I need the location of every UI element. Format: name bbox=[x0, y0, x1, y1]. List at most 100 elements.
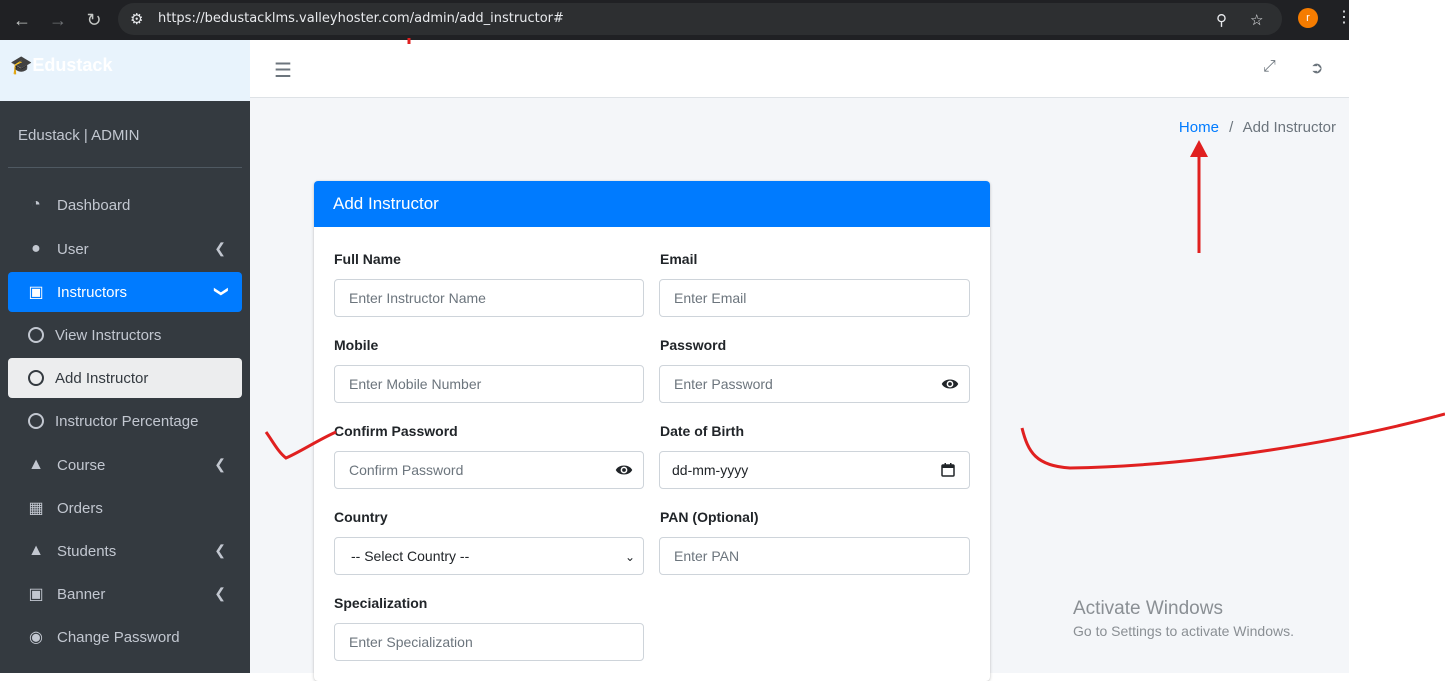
sidebar-item-banner[interactable]: ▣ Banner ❮ bbox=[8, 574, 242, 614]
circle-icon bbox=[28, 413, 44, 429]
pan-input-box[interactable] bbox=[672, 538, 957, 574]
sidebar-item-label: View Instructors bbox=[55, 326, 162, 344]
email-label: Email bbox=[660, 251, 698, 267]
sidebar-item-label: Orders bbox=[57, 499, 103, 517]
image-icon: ▣ bbox=[28, 586, 44, 603]
windows-watermark-subtitle: Go to Settings to activate Windows. bbox=[1073, 623, 1294, 639]
eye-icon[interactable] bbox=[941, 375, 959, 393]
eye-icon[interactable] bbox=[615, 461, 633, 479]
sidebar-divider bbox=[8, 167, 242, 168]
site-settings-icon[interactable]: ⚙ bbox=[130, 10, 143, 28]
add-instructor-card: Add Instructor Full Name Email Mobile Pa… bbox=[314, 181, 990, 681]
chevron-left-icon: ❮ bbox=[214, 240, 226, 256]
sidebar-item-course[interactable]: ▲ Course ❮ bbox=[8, 445, 242, 485]
sidebar-item-label: Banner bbox=[57, 585, 106, 603]
user-icon: ● bbox=[31, 240, 41, 257]
chevron-down-icon: ❮ bbox=[211, 285, 228, 298]
key-icon[interactable]: ⚲ bbox=[1216, 11, 1227, 29]
password-label: Password bbox=[660, 337, 727, 353]
dashboard-icon: ◔ bbox=[31, 196, 41, 213]
full-name-input[interactable] bbox=[334, 279, 644, 317]
brand-bar[interactable]: 🎓Edustack bbox=[0, 40, 250, 101]
chevron-left-icon: ❮ bbox=[214, 456, 226, 472]
url-text: https://bedustacklms.valleyhoster.com/ad… bbox=[158, 11, 564, 26]
sidebar-item-dashboard[interactable]: ◔ Dashboard bbox=[8, 185, 242, 225]
chevron-down-icon: ⌄ bbox=[624, 550, 635, 564]
full-name-input-box[interactable] bbox=[347, 280, 631, 316]
reload-icon[interactable]: ↻ bbox=[82, 8, 106, 32]
pan-input[interactable] bbox=[659, 537, 970, 575]
main-content: Home / Add Instructor Add Instructor Ful… bbox=[250, 98, 1349, 681]
sidebar-item-label: Course bbox=[57, 456, 106, 474]
address-bar[interactable]: ⚙ https://bedustacklms.valleyhoster.com/… bbox=[118, 3, 1282, 35]
browser-menu-icon[interactable]: ⋮ bbox=[1336, 7, 1352, 27]
calendar-icon[interactable] bbox=[941, 463, 955, 477]
sidebar-item-instructor-percentage[interactable]: Instructor Percentage bbox=[8, 401, 242, 441]
pan-label: PAN (Optional) bbox=[660, 509, 759, 525]
confirm-password-input-box[interactable] bbox=[347, 452, 631, 488]
sidebar-item-label: Instructor Percentage bbox=[55, 412, 199, 430]
dob-input[interactable]: dd-mm-yyyy bbox=[659, 451, 970, 489]
box-icon: ▦ bbox=[28, 500, 44, 517]
chevron-left-icon: ❮ bbox=[214, 542, 226, 558]
back-icon[interactable]: ← bbox=[10, 8, 34, 32]
sidebar-item-label: User bbox=[57, 240, 89, 258]
mobile-input[interactable] bbox=[334, 365, 644, 403]
breadcrumb-current: Add Instructor bbox=[1242, 119, 1336, 136]
email-input[interactable] bbox=[659, 279, 970, 317]
star-icon[interactable]: ☆ bbox=[1250, 11, 1263, 29]
specialization-label: Specialization bbox=[334, 595, 428, 611]
confirm-password-label: Confirm Password bbox=[334, 423, 458, 439]
sidebar-item-view-instructors[interactable]: View Instructors bbox=[8, 315, 242, 355]
email-input-box[interactable] bbox=[672, 280, 957, 316]
chevron-left-icon: ❮ bbox=[214, 585, 226, 601]
dob-label: Date of Birth bbox=[660, 423, 744, 439]
top-navbar: ☰ ⤢ ➲ bbox=[250, 40, 1349, 98]
profile-avatar[interactable]: r bbox=[1298, 8, 1318, 28]
circle-icon bbox=[28, 370, 44, 386]
mobile-input-box[interactable] bbox=[347, 366, 631, 402]
windows-watermark-title: Activate Windows bbox=[1073, 598, 1223, 619]
confirm-password-input[interactable] bbox=[334, 451, 644, 489]
brand-hat-icon: 🎓 bbox=[10, 55, 33, 75]
sidebar: 🎓Edustack Edustack | ADMIN ◔ Dashboard ●… bbox=[0, 40, 250, 673]
graduation-cap-icon: ▲ bbox=[28, 456, 44, 473]
admin-title: Edustack | ADMIN bbox=[18, 127, 140, 144]
sidebar-item-label: Dashboard bbox=[57, 196, 131, 214]
hamburger-menu-icon[interactable]: ☰ bbox=[274, 58, 292, 83]
sidebar-item-orders[interactable]: ▦ Orders bbox=[8, 488, 242, 528]
breadcrumb-separator: / bbox=[1229, 119, 1234, 136]
sidebar-item-students[interactable]: ▲ Students ❮ bbox=[8, 531, 242, 571]
sidebar-item-add-instructor[interactable]: Add Instructor bbox=[8, 358, 242, 398]
breadcrumb: Home / Add Instructor bbox=[1179, 119, 1336, 136]
password-input[interactable] bbox=[659, 365, 970, 403]
toggle-icon: ◉ bbox=[29, 629, 43, 646]
breadcrumb-home-link[interactable]: Home bbox=[1179, 119, 1219, 136]
dob-placeholder: dd-mm-yyyy bbox=[672, 462, 749, 478]
fullscreen-icon[interactable]: ⤢ bbox=[1263, 58, 1276, 76]
browser-toolbar: ← → ↻ ⚙ https://bedustacklms.valleyhoste… bbox=[0, 0, 1352, 40]
sidebar-item-change-password[interactable]: ◉ Change Password bbox=[8, 617, 242, 657]
specialization-input[interactable] bbox=[334, 623, 644, 661]
mobile-label: Mobile bbox=[334, 337, 379, 353]
country-label: Country bbox=[334, 509, 388, 525]
card-title: Add Instructor bbox=[314, 181, 990, 227]
student-icon: ▲ bbox=[28, 542, 44, 559]
brand-logo: 🎓Edustack bbox=[10, 55, 112, 76]
sidebar-item-instructors[interactable]: ▣ Instructors ❮ bbox=[8, 272, 242, 312]
password-input-box[interactable] bbox=[672, 366, 957, 402]
full-name-label: Full Name bbox=[334, 251, 401, 267]
logout-icon[interactable]: ➲ bbox=[1310, 58, 1323, 78]
sidebar-item-user[interactable]: ● User ❮ bbox=[8, 229, 242, 269]
specialization-input-box[interactable] bbox=[347, 624, 631, 660]
forward-icon[interactable]: → bbox=[46, 8, 70, 32]
country-selected-value: -- Select Country -- bbox=[351, 548, 470, 564]
sidebar-item-label: Instructors bbox=[57, 283, 128, 301]
sidebar-item-label: Students bbox=[57, 542, 117, 560]
instructor-icon: ▣ bbox=[28, 284, 44, 301]
sidebar-item-label: Change Password bbox=[57, 628, 180, 646]
country-select[interactable]: -- Select Country -- ⌄ bbox=[334, 537, 644, 575]
sidebar-item-label: Add Instructor bbox=[55, 369, 149, 387]
circle-icon bbox=[28, 327, 44, 343]
brand-name: Edustack bbox=[32, 55, 113, 75]
